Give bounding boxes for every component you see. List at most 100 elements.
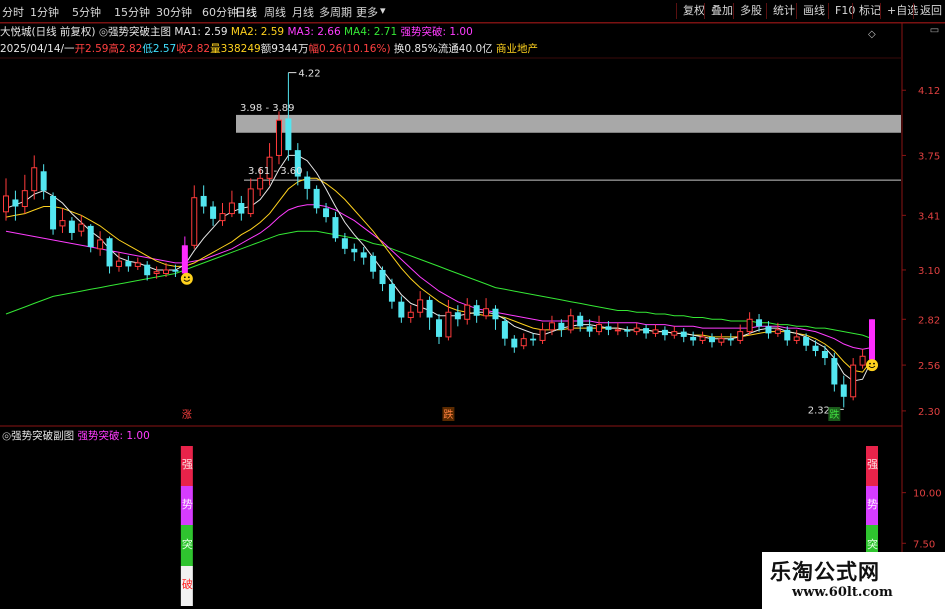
candle-body xyxy=(511,338,518,348)
candle-body xyxy=(163,269,170,274)
signal-bar-label: 强 xyxy=(182,458,193,471)
ma1-line xyxy=(5,154,873,382)
candle-body xyxy=(379,269,386,285)
candle-body xyxy=(793,336,800,341)
sub-indicator-value: 强势突破: 1.00 xyxy=(77,430,150,442)
sub-indicator-name[interactable]: 强势突破副图 xyxy=(11,430,74,442)
candle-body xyxy=(106,238,113,267)
candle-body xyxy=(68,220,75,233)
candle-body xyxy=(633,327,640,333)
signal-bar-label: 势 xyxy=(182,498,193,511)
candle-body xyxy=(210,206,217,219)
candle-body xyxy=(50,195,57,230)
candle-body xyxy=(586,326,593,332)
candle-body xyxy=(803,336,810,346)
candle-body xyxy=(614,329,621,332)
zone-top-label: 3.98 - 3.89 xyxy=(240,103,295,114)
candle-body xyxy=(341,238,348,249)
candle-body xyxy=(125,261,132,267)
smiley-icon-eye xyxy=(873,362,875,365)
watermark-title: 乐淘公式网 xyxy=(770,560,880,584)
candle-body xyxy=(492,308,499,320)
price-axis-label: 2.82 xyxy=(918,315,940,326)
candle-body xyxy=(718,338,725,343)
candle-body xyxy=(275,119,282,156)
candle-body xyxy=(153,271,160,274)
signal-bar-label: 强 xyxy=(867,458,878,471)
signal-bar-label: 势 xyxy=(867,498,878,511)
candle-body xyxy=(172,269,179,272)
candle-body xyxy=(501,321,508,339)
candle-body xyxy=(323,208,330,218)
candle-body xyxy=(530,338,537,341)
watermark-url: www.60lt.com xyxy=(792,585,893,600)
candle-body xyxy=(746,318,753,333)
candle-body xyxy=(539,329,546,341)
price-axis-label: 3.10 xyxy=(918,266,940,277)
candle-body xyxy=(558,322,565,330)
candle-body xyxy=(191,197,198,246)
price-axis-label: 4.12 xyxy=(918,86,940,97)
candle-body xyxy=(859,355,866,366)
candle-body xyxy=(671,331,678,336)
candle-body xyxy=(426,299,433,318)
price-axis-label: 3.41 xyxy=(918,211,940,222)
candle-body xyxy=(97,239,104,250)
candle-body xyxy=(661,329,668,336)
candle-body xyxy=(784,329,791,341)
candle-body xyxy=(774,329,781,334)
sub-indicator-icon[interactable]: ◎ xyxy=(2,430,11,442)
candle-body xyxy=(200,195,207,207)
low-price-label: 2.32 xyxy=(808,405,830,416)
candle-body xyxy=(304,176,311,189)
candle-body xyxy=(756,319,763,327)
watermark: 乐淘公式网 www.60lt.com xyxy=(762,552,945,609)
candle-body xyxy=(388,284,395,302)
candle-body xyxy=(812,345,819,351)
signal-bar-label: 破 xyxy=(182,577,193,591)
candle-body xyxy=(831,358,838,385)
smiley-icon-eye xyxy=(869,362,871,365)
smiley-icon-eye xyxy=(187,276,190,279)
candle-body xyxy=(454,312,461,320)
candle-body xyxy=(134,262,141,267)
kline-chart[interactable]: 4.12 3.75 3.41 3.10 2.82 2.56 2.30 4.22 3.98 - 3… xyxy=(0,0,945,609)
candle-body xyxy=(247,188,254,215)
candle-body xyxy=(21,190,28,208)
candle-body xyxy=(238,203,245,214)
candle-body xyxy=(699,336,706,341)
minimize-pane-icon[interactable]: ▭ xyxy=(925,22,944,40)
down-signal-mark: 跌 xyxy=(443,408,453,421)
candle-body xyxy=(219,213,226,222)
candle-body xyxy=(332,217,339,239)
candle-body xyxy=(840,384,847,397)
candle-body xyxy=(520,338,527,347)
price-axis-label: 2.56 xyxy=(918,361,940,372)
up-signal-mark: 涨 xyxy=(182,409,192,421)
candle-body xyxy=(483,308,490,317)
candle-body xyxy=(257,177,264,190)
candle-body xyxy=(473,305,480,316)
signal-bar-label: 突 xyxy=(867,537,878,551)
sub-axis-label: 10.00 xyxy=(913,489,942,500)
candle-body xyxy=(464,304,471,320)
candle-body xyxy=(407,311,414,319)
candle-body xyxy=(577,315,584,327)
candle-body xyxy=(765,326,772,334)
candle-body xyxy=(708,336,715,343)
smiley-icon-eye xyxy=(183,276,186,279)
resistance-zone-band xyxy=(236,114,901,133)
candle-body xyxy=(869,319,875,360)
candle-body xyxy=(727,338,734,341)
candle-body xyxy=(850,364,857,398)
candle-body xyxy=(59,220,66,227)
candle-body xyxy=(436,319,442,337)
candle-body xyxy=(643,328,650,334)
price-axis-label: 2.30 xyxy=(918,407,940,418)
candle-body xyxy=(445,311,452,338)
candle-body xyxy=(680,331,687,337)
candle-body xyxy=(417,299,424,313)
candle-body xyxy=(624,329,631,332)
candle-body xyxy=(351,248,358,253)
sub-pane-title: ◎强势突破副图 强势突破: 1.00 xyxy=(2,428,150,443)
